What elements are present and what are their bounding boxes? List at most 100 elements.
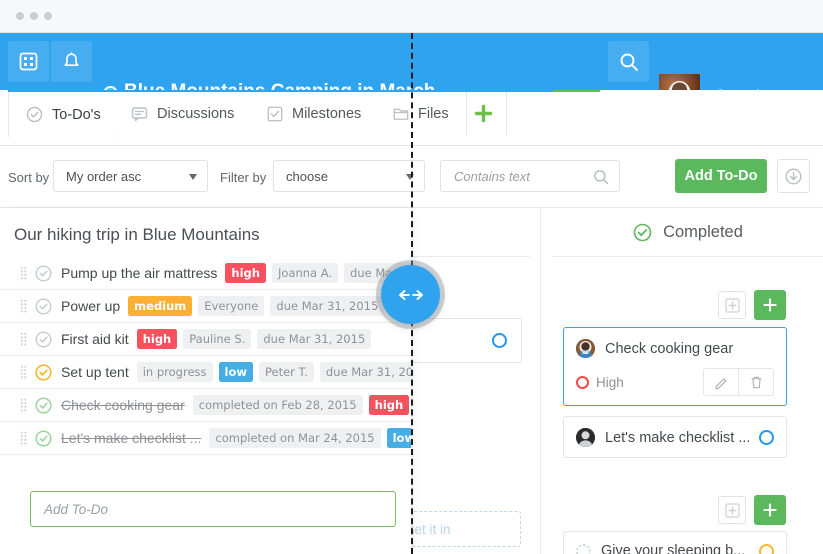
table-row[interactable]: Let's make checklist ... completed on Ma… (0, 422, 411, 455)
add-box-icon[interactable] (718, 496, 746, 524)
tabbar-accent-line-green (553, 90, 600, 92)
todo-checkbox-open[interactable] (35, 297, 52, 315)
priority-tag: high (136, 329, 178, 349)
app-window: Blue Mountains Camping in March in Steve… (0, 0, 823, 554)
drag-handle-icon[interactable] (20, 331, 27, 347)
check-circle-green-icon (633, 223, 652, 242)
card-header: Let's make checklist ... (564, 417, 786, 447)
status-tag: in progress (136, 362, 213, 382)
search-icon[interactable] (608, 41, 649, 82)
tab-discussions-label: Discussions (157, 105, 235, 122)
window-dot-1[interactable] (16, 12, 24, 20)
checkbox-icon (267, 106, 283, 122)
card-give-your-sleeping-bag[interactable]: Give your sleeping b... (563, 531, 787, 554)
bell-icon[interactable] (51, 41, 92, 82)
window-controls[interactable] (16, 12, 52, 20)
priority-tag: medium (128, 296, 193, 316)
status-ring-amber-icon[interactable] (759, 543, 774, 554)
drag-handle-icon[interactable] (20, 298, 27, 314)
due-date-tag: due Mar 31, 2015 (257, 329, 372, 349)
status-ring-blue-icon[interactable] (492, 333, 507, 348)
card-check-cooking-gear[interactable]: Check cooking gear High (563, 327, 787, 406)
card-footer: High (564, 358, 786, 407)
assignee-tag: Pauline S. (183, 329, 252, 349)
tab-milestones[interactable]: Milestones (250, 92, 380, 135)
tab-discussions[interactable]: Discussions (114, 92, 253, 135)
todo-tags: medium Everyone due Mar 31, 2015 (128, 296, 385, 316)
card-title: Check cooking gear (605, 340, 734, 357)
card-header: Give your sleeping b... (564, 532, 786, 554)
add-todo-placeholder: Add To-Do (44, 501, 109, 517)
todo-text: Set up tent (61, 364, 129, 380)
card-header: Check cooking gear (564, 328, 786, 358)
left-right-arrows-icon (398, 289, 423, 300)
board-column-completed-label: Completed (663, 222, 743, 241)
todo-tags: high Joanna A. due Mar 31, 2015 (225, 263, 411, 283)
todo-tags: completed on Feb 28, 2015 high Steve A. (192, 395, 411, 415)
status-ring-blue-icon[interactable] (759, 430, 774, 445)
table-row[interactable]: Pump up the air mattress high Joanna A. … (0, 257, 411, 290)
pencil-icon[interactable] (704, 369, 738, 395)
todo-checkbox-open[interactable] (35, 330, 52, 348)
add-tab-button[interactable] (460, 92, 507, 135)
completed-group-1-actions (718, 290, 786, 320)
drag-handle-icon[interactable] (20, 364, 27, 380)
add-box-icon[interactable] (718, 291, 746, 319)
tab-todos[interactable]: To-Do's (8, 92, 119, 137)
status-ring-dotted-icon (576, 543, 591, 554)
add-todo-input[interactable]: Add To-Do (30, 491, 396, 527)
table-row[interactable]: Check cooking gear completed on Feb 28, … (0, 389, 411, 422)
table-row[interactable]: Set up tent in progress low Peter T. due… (0, 356, 411, 389)
table-row[interactable]: Power up medium Everyone due Mar 31, 201… (0, 290, 411, 323)
check-circle-icon (26, 106, 43, 123)
plus-icon (474, 104, 492, 123)
plus-icon (763, 503, 777, 517)
todo-tags: completed on Mar 24, 2015 low Peter T. (209, 428, 411, 448)
drag-handle-icon[interactable] (20, 430, 27, 446)
chevron-down-icon (189, 174, 197, 180)
panel-resize-handle[interactable] (381, 265, 440, 324)
todo-text: Power up (61, 298, 121, 314)
add-card-button-2[interactable] (754, 495, 786, 525)
filter-by-label: Filter by (220, 170, 267, 185)
drag-handle-icon[interactable] (20, 397, 27, 413)
window-dot-2[interactable] (30, 12, 38, 20)
todo-checkbox-open[interactable] (35, 264, 52, 282)
card-lets-make-checklist[interactable]: Let's make checklist ... (563, 416, 787, 458)
sort-by-select[interactable]: My order asc (53, 160, 208, 192)
todo-text: Pump up the air mattress (61, 265, 218, 281)
completed-date-tag: completed on Feb 28, 2015 (192, 395, 363, 415)
window-dot-3[interactable] (44, 12, 52, 20)
card-priority: High (576, 375, 624, 390)
assignee-tag: Joanna A. (271, 263, 339, 283)
tab-files-label: Files (418, 105, 449, 122)
assignee-tag: Everyone (198, 296, 265, 316)
todo-checkbox-in-progress[interactable] (35, 363, 52, 381)
download-circle-icon[interactable] (777, 159, 810, 193)
due-date-tag: due Mar 31, 2015 (319, 362, 411, 382)
avatar (576, 339, 595, 358)
tab-todos-label: To-Do's (52, 106, 101, 123)
tab-files[interactable]: Files (376, 92, 467, 135)
todo-checkbox-completed[interactable] (35, 429, 52, 447)
card-title: Give your sleeping b... (601, 543, 746, 554)
priority-tag: low (386, 428, 411, 448)
todo-tags: in progress low Peter T. due Mar 31, 201… (136, 362, 411, 382)
filter-by-select[interactable]: choose (273, 160, 425, 192)
avatar (576, 428, 595, 447)
drag-handle-icon[interactable] (20, 265, 27, 281)
completed-group-2-actions (718, 495, 786, 525)
search-input-placeholder: Contains text (454, 168, 530, 184)
assignee-tag: Peter T. (258, 362, 314, 382)
filter-by-value: choose (286, 168, 328, 184)
table-row[interactable]: First aid kit high Pauline S. due Mar 31… (0, 323, 411, 356)
todo-text: First aid kit (61, 331, 129, 347)
card-action-buttons (703, 368, 774, 396)
add-card-button-1[interactable] (754, 290, 786, 320)
todo-checkbox-completed[interactable] (35, 396, 52, 414)
board-column-header-completed: Completed (553, 208, 823, 257)
grid-apps-icon[interactable] (8, 41, 49, 82)
search-input[interactable]: Contains text (440, 160, 620, 192)
trash-icon[interactable] (738, 369, 773, 395)
add-todo-button[interactable]: Add To-Do (675, 159, 767, 193)
